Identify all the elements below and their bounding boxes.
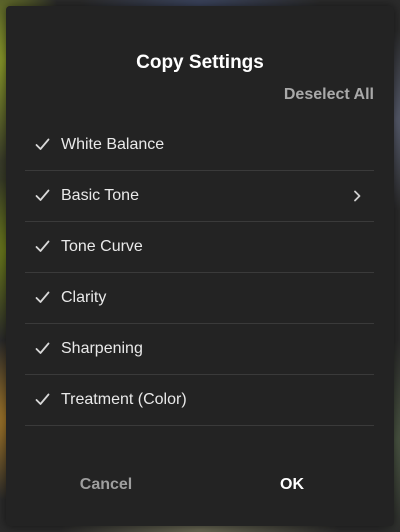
setting-label: Basic Tone [61,187,139,204]
cancel-button[interactable]: Cancel [46,476,166,494]
setting-row-basic-tone[interactable]: Basic Tone [25,171,374,222]
setting-row-tone-curve[interactable]: Tone Curve [25,222,374,273]
checkmark-icon [35,393,50,405]
checkmark-icon [35,138,50,150]
setting-label: Tone Curve [61,238,143,255]
settings-list: White Balance Basic Tone Tone Curve Clar… [25,120,374,426]
setting-label: White Balance [61,136,165,153]
setting-label: Sharpening [61,340,143,357]
ok-button[interactable]: OK [232,476,352,494]
setting-row-white-balance[interactable]: White Balance [25,120,374,171]
dialog-title: Copy Settings [136,52,264,73]
deselect-all-button[interactable]: Deselect All [284,86,374,104]
chevron-right-icon[interactable] [352,190,362,202]
setting-label: Treatment (Color) [61,391,187,408]
setting-row-treatment-color[interactable]: Treatment (Color) [25,375,374,426]
checkmark-icon [35,240,50,252]
setting-row-clarity[interactable]: Clarity [25,273,374,324]
checkmark-icon [35,342,50,354]
checkmark-icon [35,291,50,303]
setting-row-sharpening[interactable]: Sharpening [25,324,374,375]
checkmark-icon [35,189,50,201]
setting-label: Clarity [61,289,107,306]
copy-settings-dialog: Copy Settings Deselect All White Balance… [6,6,394,526]
